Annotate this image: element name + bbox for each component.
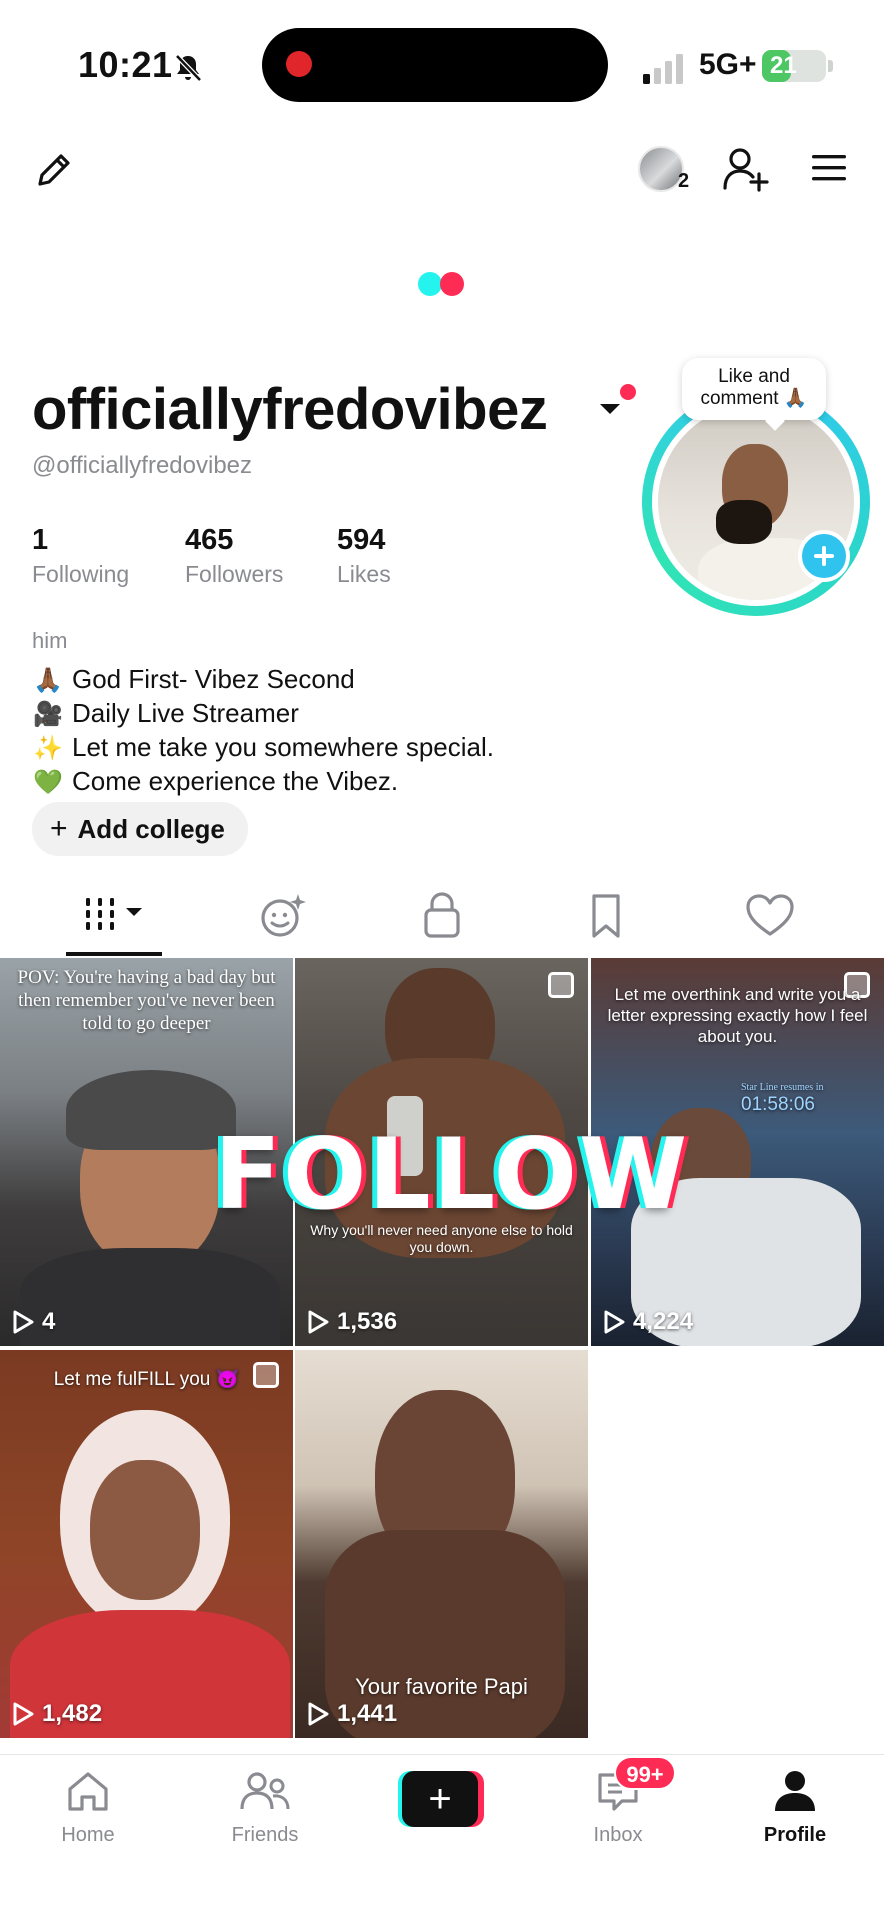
- stat-label: Following: [32, 561, 130, 587]
- view-count-value: 1,441: [337, 1700, 398, 1727]
- view-count: 1,482: [12, 1700, 102, 1728]
- multi-photo-icon: [548, 972, 574, 998]
- profile-icon: [775, 1771, 815, 1811]
- bottom-nav: Home Friends + Inbox Profile: [0, 1754, 884, 1920]
- video-tile[interactable]: Your favorite Papi 1,441: [295, 1350, 588, 1738]
- bio-emoji: 🙏🏾: [33, 667, 63, 694]
- view-count: 4: [12, 1308, 55, 1336]
- view-count: 4,224: [603, 1308, 693, 1336]
- signal-icon: [643, 54, 683, 84]
- status-bar: 10:21 5G+ 21: [0, 0, 884, 110]
- add-college-label: Add college: [77, 814, 225, 844]
- play-icon: [13, 1310, 34, 1334]
- video-caption: POV: You're having a bad day but then re…: [17, 967, 276, 1034]
- private-lock-icon[interactable]: [412, 888, 472, 942]
- stat-likes[interactable]: 594 Likes: [337, 524, 391, 588]
- bell-slash-icon: [175, 54, 202, 82]
- favorites-bookmark-icon[interactable]: [576, 888, 636, 942]
- bio-text: Daily Live Streamer: [72, 698, 299, 728]
- video-caption: Let me fulFILL you 😈: [53, 1369, 240, 1390]
- nav-profile[interactable]: Profile: [735, 1769, 855, 1847]
- loading-indicator: [418, 272, 466, 296]
- account-count: 2: [678, 170, 690, 192]
- view-count-value: 4: [42, 1308, 56, 1335]
- bio-text: God First- Vibez Second: [72, 664, 355, 694]
- nav-home[interactable]: Home: [28, 1769, 148, 1847]
- stat-label: Followers: [185, 561, 284, 587]
- stat-followers[interactable]: 465 Followers: [185, 524, 283, 588]
- videos-grid-icon[interactable]: [84, 888, 148, 942]
- loader-dot-cyan: [418, 272, 442, 296]
- notification-dot: [620, 384, 636, 400]
- avatar-beard: [716, 500, 772, 544]
- home-icon: [68, 1772, 108, 1811]
- battery-percent: 21: [770, 52, 797, 79]
- battery-charging-icon: 21: [762, 50, 826, 82]
- play-icon: [13, 1702, 34, 1726]
- battery-cap: [828, 60, 833, 72]
- profile-avatar[interactable]: [642, 388, 870, 616]
- bio-line: 🎥 Daily Live Streamer: [32, 698, 299, 729]
- loader-dot-pink: [440, 272, 464, 296]
- reposts-icon[interactable]: [254, 888, 314, 942]
- liked-heart-icon[interactable]: [740, 888, 800, 942]
- view-count: 1,441: [307, 1700, 397, 1728]
- stream-countdown-timer: 01:58:06: [741, 1094, 815, 1115]
- add-story-button[interactable]: [798, 530, 850, 582]
- bio-emoji: 🎥: [33, 701, 63, 728]
- inbox-badge: 99+: [614, 1756, 676, 1790]
- stream-countdown-label: Star Line resumes in: [741, 1082, 824, 1093]
- create-button[interactable]: +: [398, 1771, 484, 1827]
- nav-label: Profile: [763, 1824, 827, 1846]
- stat-value: 465: [185, 524, 234, 556]
- nav-label: Home: [61, 1824, 115, 1846]
- bio-line: 💚 Come experience the Vibez.: [32, 766, 398, 797]
- dynamic-island: [262, 28, 608, 102]
- stat-value: 594: [337, 524, 386, 556]
- bio-emoji: ✨: [33, 735, 63, 762]
- stat-value: 1: [32, 524, 49, 556]
- play-icon: [308, 1310, 329, 1334]
- play-icon: [308, 1702, 329, 1726]
- nav-label: Inbox: [593, 1824, 643, 1846]
- stat-following[interactable]: 1 Following: [32, 524, 129, 588]
- profile-display-name[interactable]: officiallyfredovibez: [32, 376, 548, 443]
- friends-icon: [240, 1772, 290, 1810]
- network-type: 5G+: [699, 48, 757, 81]
- recording-indicator: [286, 51, 312, 77]
- nav-label: Friends: [231, 1824, 299, 1846]
- bio-text: Let me take you somewhere special.: [72, 732, 494, 762]
- bio-text: Come experience the Vibez.: [72, 766, 399, 796]
- pronouns: him: [32, 628, 68, 653]
- view-count-value: 1,482: [42, 1700, 103, 1727]
- video-thumbnail: [66, 1070, 236, 1150]
- video-caption: Your favorite Papi: [355, 1674, 528, 1699]
- view-count-value: 4,224: [633, 1308, 694, 1335]
- plus-icon: +: [50, 812, 68, 845]
- video-thumbnail: [20, 1248, 280, 1346]
- view-count-value: 1,536: [337, 1308, 398, 1335]
- view-count: 1,536: [307, 1308, 397, 1336]
- status-time: 10:21: [78, 44, 173, 85]
- profile-handle: @officiallyfredovibez: [32, 452, 253, 479]
- video-tile[interactable]: Let me fulFILL you 😈 1,482: [0, 1350, 293, 1738]
- bio-line: 🙏🏾 God First- Vibez Second: [32, 664, 355, 695]
- video-thumbnail: [90, 1460, 200, 1600]
- stat-label: Likes: [337, 561, 391, 587]
- play-icon: [604, 1310, 625, 1334]
- edit-pencil-icon[interactable]: [32, 148, 76, 192]
- add-friend-icon[interactable]: [722, 146, 770, 192]
- plus-icon: +: [402, 1771, 478, 1827]
- active-tab-indicator: [66, 952, 162, 956]
- follow-overlay-text: FOLLOW: [214, 1118, 690, 1232]
- story-note-bubble[interactable]: Like and comment 🙏🏾: [682, 358, 826, 420]
- hamburger-menu-icon[interactable]: [810, 152, 848, 184]
- caret-down-icon[interactable]: [598, 402, 622, 416]
- add-college-button[interactable]: + Add college: [32, 802, 248, 856]
- bio-line: ✨ Let me take you somewhere special.: [32, 732, 494, 763]
- nav-friends[interactable]: Friends: [205, 1769, 325, 1847]
- video-caption: Let me overthink and write you a letter …: [607, 985, 868, 1046]
- bio-emoji: 💚: [33, 769, 63, 796]
